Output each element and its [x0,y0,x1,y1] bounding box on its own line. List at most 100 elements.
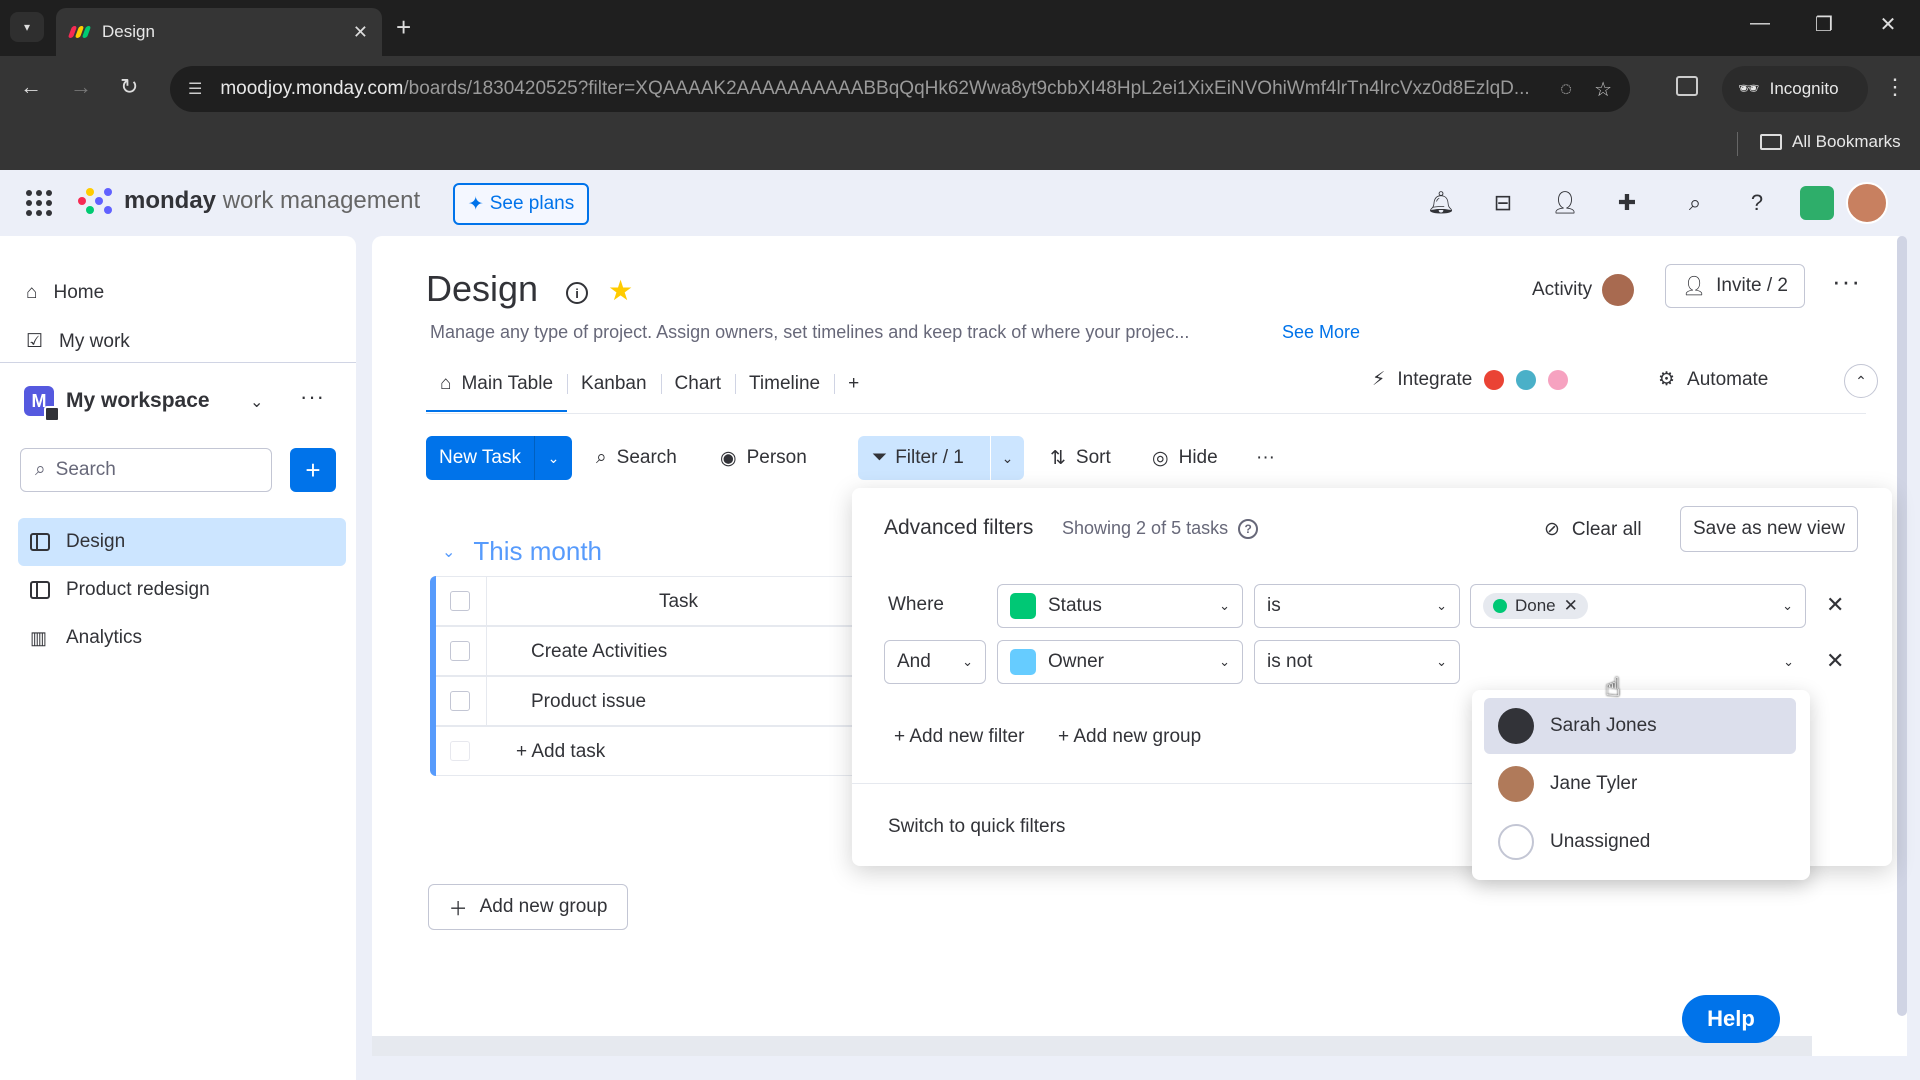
select-all-checkbox[interactable] [450,591,470,611]
close-window-icon[interactable]: ✕ [1868,12,1908,37]
column-select-owner[interactable]: Owner ⌄ [997,640,1243,684]
chevron-down-icon[interactable]: ⌄ [535,450,572,467]
horizontal-scrollbar[interactable] [372,1036,1812,1056]
tracking-eye-icon[interactable]: ◌ [1560,78,1572,101]
integrate-button[interactable]: ⚡︎ Integrate [1372,368,1569,391]
operator-select-is-not[interactable]: is not ⌄ [1254,640,1460,684]
site-settings-icon[interactable]: ☰ [188,79,202,99]
column-select-status[interactable]: Status ⌄ [997,584,1243,628]
restore-icon[interactable]: ❐ [1804,12,1844,37]
add-task-input[interactable]: + Add task [486,727,605,777]
switch-to-quick-filters-link[interactable]: Switch to quick filters [888,816,1065,838]
row-checkbox[interactable] [450,641,470,661]
vertical-scrollbar[interactable] [1897,236,1907,1016]
tab-main-table[interactable]: ⌂ Main Table [426,364,568,412]
person-label: Person [746,447,807,468]
apps-puzzle-icon[interactable]: ✚ [1612,188,1642,218]
help-question-icon[interactable]: ? [1742,188,1772,218]
incognito-badge[interactable]: 🕶 Incognito [1722,66,1868,112]
save-as-new-view-button[interactable]: Save as new view [1680,506,1858,552]
clear-all-button[interactable]: ⊘ Clear all [1544,518,1642,541]
see-plans-button[interactable]: ✦ See plans [453,183,589,225]
add-item-button[interactable]: + [290,448,336,492]
info-icon[interactable]: i [566,282,588,304]
new-task-button[interactable]: New Task ⌄ [426,436,572,480]
workspace-more-icon[interactable]: ··· [300,384,325,410]
conjunction-select-and[interactable]: And ⌄ [884,640,986,684]
chevron-down-icon[interactable]: ⌄ [442,542,455,562]
person-filter-button[interactable]: ◉ Person [712,436,815,480]
back-icon[interactable]: ← [20,74,42,100]
sidebar-item-home[interactable]: ⌂ Home [26,282,104,304]
sidebar-item-my-work[interactable]: ☑ My work [26,330,130,353]
workspace-selector[interactable]: M My workspace [24,386,210,422]
group-title[interactable]: This month [473,536,602,567]
minimize-icon[interactable]: — [1740,12,1780,35]
remove-filter-icon[interactable]: ✕ [1826,648,1844,674]
remove-chip-icon[interactable]: ✕ [1564,596,1578,616]
sidebar-board-product-redesign[interactable]: Product redesign [18,566,346,614]
side-panel-icon[interactable] [1676,76,1698,96]
search-everything-icon[interactable]: ⌕ [1680,188,1710,218]
board-more-icon[interactable]: ··· [1832,266,1861,297]
sidebar-board-design[interactable]: Design [18,518,346,566]
board-title[interactable]: Design [426,268,538,310]
favorite-star-icon[interactable]: ★ [608,274,633,307]
url-bar[interactable]: ☰ moodjoy.monday.com/boards/1830420525?f… [170,66,1630,112]
value-select-status[interactable]: Done ✕ ⌄ [1470,584,1806,628]
tab-chart[interactable]: Chart [660,364,735,404]
see-more-link[interactable]: See More [1282,322,1360,343]
chevron-down-icon[interactable]: ⌄ [250,392,263,412]
marketplace-apps-icon[interactable] [1800,186,1834,220]
group-header[interactable]: ⌄ This month [442,536,602,567]
add-new-group-button[interactable]: ＋ Add new group [428,884,628,930]
app-switcher-icon[interactable] [26,190,52,216]
search-button[interactable]: ⌕ Search [588,436,685,480]
notifications-bell-icon[interactable]: 🔔︎ [1426,188,1456,218]
column-header-task[interactable]: Task [486,577,870,627]
automate-button[interactable]: ⚙ Automate [1658,368,1768,391]
tab-search-button[interactable]: ▾ [10,12,44,42]
table-row[interactable]: Create Activities [436,626,870,677]
help-question-icon[interactable]: ? [1238,518,1259,539]
activity-button[interactable]: Activity [1532,274,1635,306]
tab-kanban[interactable]: Kanban [567,364,661,404]
monday-logo[interactable]: monday work management [78,186,420,216]
remove-filter-icon[interactable]: ✕ [1826,592,1844,618]
filter-button[interactable]: ⏷ Filter / 1 ⌄ [858,436,1024,480]
more-toolbar-button[interactable]: ··· [1248,436,1283,480]
browser-menu-icon[interactable]: ⋮ [1884,74,1906,100]
invite-button[interactable]: 👤︎ Invite / 2 [1665,264,1805,308]
all-bookmarks-button[interactable]: All Bookmarks [1760,132,1901,152]
table-row[interactable]: Product issue [436,676,870,727]
option-sarah-jones[interactable]: Sarah Jones [1484,698,1796,754]
row-checkbox[interactable] [450,691,470,711]
operator-select-is[interactable]: is ⌄ [1254,584,1460,628]
forward-icon[interactable]: → [70,74,92,100]
sidebar-board-analytics[interactable]: ▥ Analytics [18,614,346,662]
hide-columns-button[interactable]: ◎ Hide [1144,436,1226,480]
sort-button[interactable]: ⇅ Sort [1042,436,1119,480]
sidebar-search-input[interactable]: ⌕ Search [20,448,272,492]
browser-tab[interactable]: Design ✕ [56,8,382,56]
invite-members-icon[interactable]: 👤︎ [1550,188,1580,218]
reload-icon[interactable]: ↻ [120,74,138,100]
help-button[interactable]: Help [1682,995,1780,1043]
add-view-button[interactable]: + [834,364,873,404]
add-filter-group-button[interactable]: + Add new group [1058,726,1201,748]
add-new-filter-button[interactable]: + Add new filter [894,726,1024,748]
close-tab-icon[interactable]: ✕ [353,22,368,43]
option-unassigned[interactable]: Unassigned [1484,814,1796,870]
task-name[interactable]: Create Activities [486,627,667,677]
value-select-owner[interactable]: ⌄ [1470,640,1806,684]
inbox-icon[interactable]: ⊟ [1488,188,1518,218]
chevron-down-icon[interactable]: ⌄ [991,450,1024,467]
bookmark-star-icon[interactable]: ☆ [1594,77,1612,102]
task-name[interactable]: Product issue [486,677,646,727]
new-tab-button[interactable]: + [396,12,411,42]
user-avatar[interactable] [1846,182,1888,224]
board-icon [30,581,50,599]
collapse-header-button[interactable]: ⌃ [1844,364,1878,398]
option-jane-tyler[interactable]: Jane Tyler [1484,756,1796,812]
tab-timeline[interactable]: Timeline [735,364,834,404]
